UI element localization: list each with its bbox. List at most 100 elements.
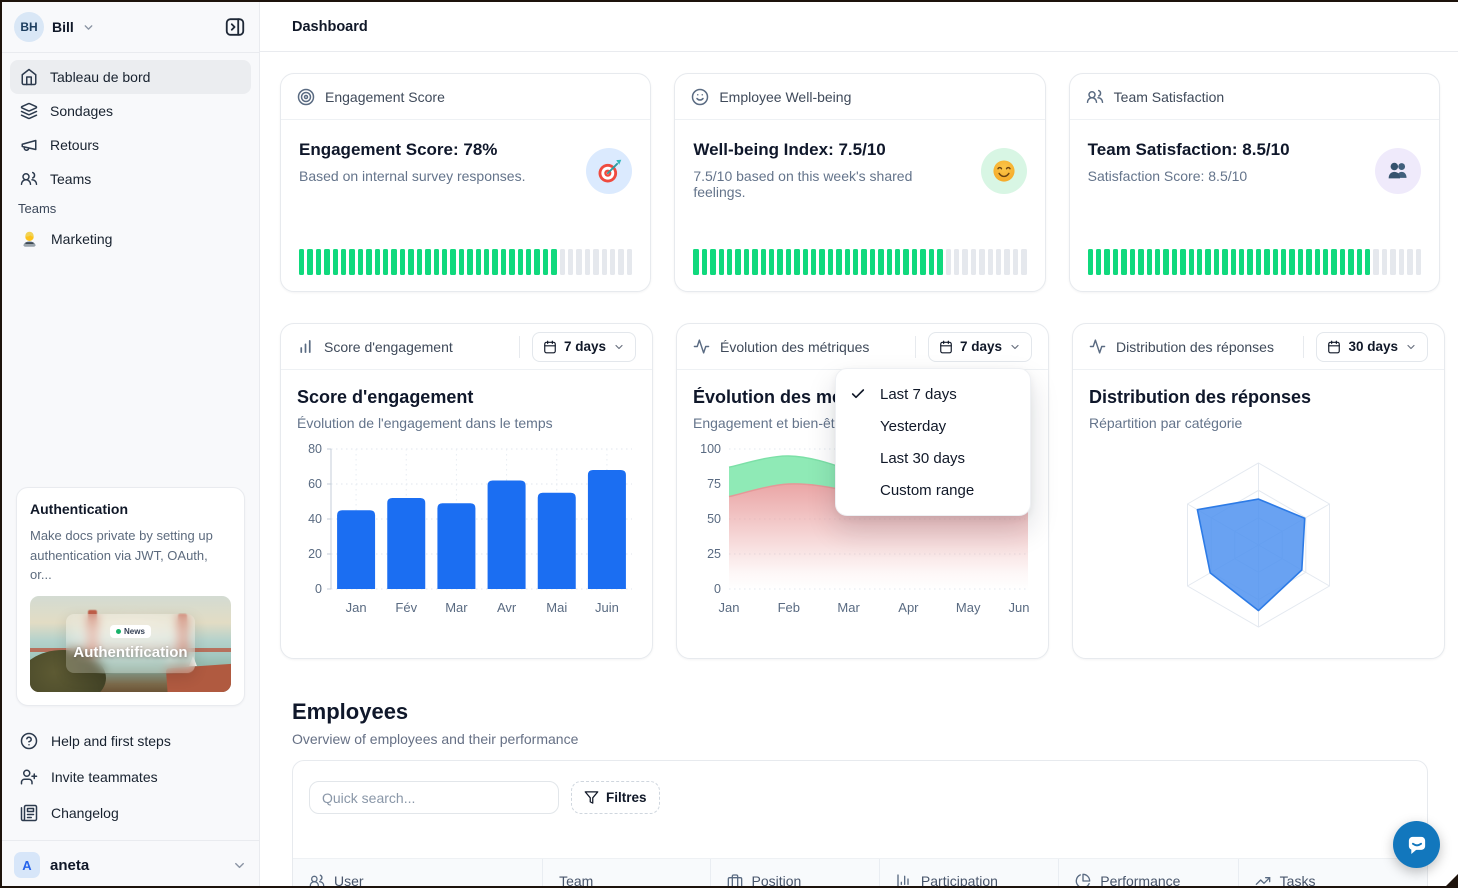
svg-text:Mar: Mar	[445, 600, 468, 615]
progress-segment	[946, 249, 951, 275]
promo-card[interactable]: Authentication Make docs private by sett…	[16, 487, 245, 706]
progress-segment	[627, 249, 632, 275]
svg-text:Fév: Fév	[395, 600, 417, 615]
menu-item-label: Custom range	[880, 482, 974, 499]
promo-overlay-card: News Authentification	[66, 614, 195, 674]
progress-segment	[1130, 249, 1135, 275]
sidebar-item-invite-teammates[interactable]: Invite teammates	[10, 764, 251, 790]
progress-segment	[307, 249, 312, 275]
progress-segment	[610, 249, 615, 275]
radar-chart	[1089, 441, 1428, 658]
progress-segment	[1155, 249, 1160, 275]
activity-icon	[1089, 338, 1106, 355]
sidebar-item-marketing[interactable]: Marketing	[10, 224, 251, 254]
filters-label: Filtres	[606, 790, 647, 805]
progress-segment	[1147, 249, 1152, 275]
progress-segment	[1096, 249, 1101, 275]
progress-segment	[1021, 249, 1026, 275]
progress-segment	[576, 249, 581, 275]
sidebar-collapse-button[interactable]	[221, 13, 249, 41]
progress-segment	[1013, 249, 1018, 275]
promo-image[interactable]: News Authentification	[30, 596, 231, 692]
card-header-label: Employee Well-being	[719, 89, 851, 105]
column-header-position[interactable]: Position	[710, 859, 879, 886]
progress-segment	[585, 249, 590, 275]
svg-text:0: 0	[315, 582, 322, 596]
chevron-down-icon	[613, 341, 625, 353]
date-range-label: 30 days	[1348, 339, 1398, 354]
sidebar-item-help-and-first-steps[interactable]: Help and first steps	[10, 728, 251, 754]
svg-text:Jan: Jan	[346, 600, 367, 615]
progress-segment	[1289, 249, 1294, 275]
progress-segment	[853, 249, 858, 275]
promo-image-title: Authentification	[73, 644, 187, 661]
column-header-user[interactable]: User	[293, 859, 542, 886]
svg-text:May: May	[956, 600, 981, 615]
check-icon	[850, 386, 872, 402]
progress-segment	[1390, 249, 1395, 275]
progress-segment	[501, 249, 506, 275]
sidebar-item-tableau-de-bord[interactable]: Tableau de bord	[10, 60, 251, 94]
column-header-performance[interactable]: Performance	[1058, 859, 1237, 886]
sidebar-item-retours[interactable]: Retours	[10, 128, 251, 162]
sidebar-item-sondages[interactable]: Sondages	[10, 94, 251, 128]
date-range-button[interactable]: 7 days	[532, 332, 636, 362]
newspaper-icon	[20, 804, 38, 822]
card-header-label: Team Satisfaction	[1114, 89, 1225, 105]
svg-text:Jan: Jan	[719, 600, 740, 615]
home-icon	[20, 68, 38, 86]
menu-item-custom-range[interactable]: Custom range	[836, 474, 1030, 506]
progress-segment	[727, 249, 732, 275]
date-range-button[interactable]: 30 days	[1316, 332, 1428, 362]
user-name: Bill	[52, 19, 74, 35]
divider	[915, 336, 916, 358]
sidebar-item-changelog[interactable]: Changelog	[10, 800, 251, 826]
workspace-switcher[interactable]: A aneta	[14, 848, 247, 882]
menu-item-label: Last 30 days	[880, 450, 965, 467]
progress-segment	[803, 249, 808, 275]
column-header-team[interactable]: Team	[542, 859, 709, 886]
bar-chart: 020406080JanFévMarAvrMaiJuin	[297, 441, 636, 624]
progress-segment	[534, 249, 539, 275]
sidebar: BH Bill Tableau de bordSondagesRetoursTe…	[2, 2, 260, 886]
topbar: Dashboard	[260, 2, 1458, 52]
progress-segment	[1407, 249, 1412, 275]
progress-segment	[1214, 249, 1219, 275]
svg-text:Mar: Mar	[837, 600, 860, 615]
technologist-emoji-icon	[20, 230, 39, 249]
svg-text:0: 0	[714, 582, 721, 596]
users-icon	[1086, 88, 1104, 106]
progress-segment	[1306, 249, 1311, 275]
progress-segment	[543, 249, 548, 275]
user-menu[interactable]: BH Bill	[14, 10, 249, 44]
progress-segment	[476, 249, 481, 275]
progress-segment	[349, 249, 354, 275]
search-input[interactable]	[309, 781, 559, 814]
column-header-tasks[interactable]: Tasks	[1238, 859, 1427, 886]
progress-segment	[693, 249, 698, 275]
progress-segment	[358, 249, 363, 275]
column-header-participation[interactable]: Participation	[879, 859, 1058, 886]
stat-subtitle: Satisfaction Score: 8.5/10	[1088, 168, 1338, 184]
menu-item-last-30-days[interactable]: Last 30 days	[836, 442, 1030, 474]
progress-segment	[593, 249, 598, 275]
date-range-button[interactable]: 7 days	[928, 332, 1032, 362]
progress-segment	[912, 249, 917, 275]
filters-button[interactable]: Filtres	[571, 781, 660, 814]
progress-segment	[568, 249, 573, 275]
chat-widget-button[interactable]	[1393, 821, 1440, 868]
progress-segment	[878, 249, 883, 275]
progress-segment	[1197, 249, 1202, 275]
progress-segment	[845, 249, 850, 275]
progress-segment	[509, 249, 514, 275]
progress-segment	[518, 249, 523, 275]
chart-title: Distribution des réponses	[1089, 387, 1428, 408]
divider	[2, 840, 259, 841]
sidebar-item-label: Help and first steps	[51, 733, 171, 749]
menu-item-last-7-days[interactable]: Last 7 days	[836, 378, 1030, 410]
sidebar-item-teams[interactable]: Teams	[10, 162, 251, 196]
progress-segment	[450, 249, 455, 275]
menu-item-label: Yesterday	[880, 418, 946, 435]
chevron-down-icon	[1009, 341, 1021, 353]
menu-item-yesterday[interactable]: Yesterday	[836, 410, 1030, 442]
